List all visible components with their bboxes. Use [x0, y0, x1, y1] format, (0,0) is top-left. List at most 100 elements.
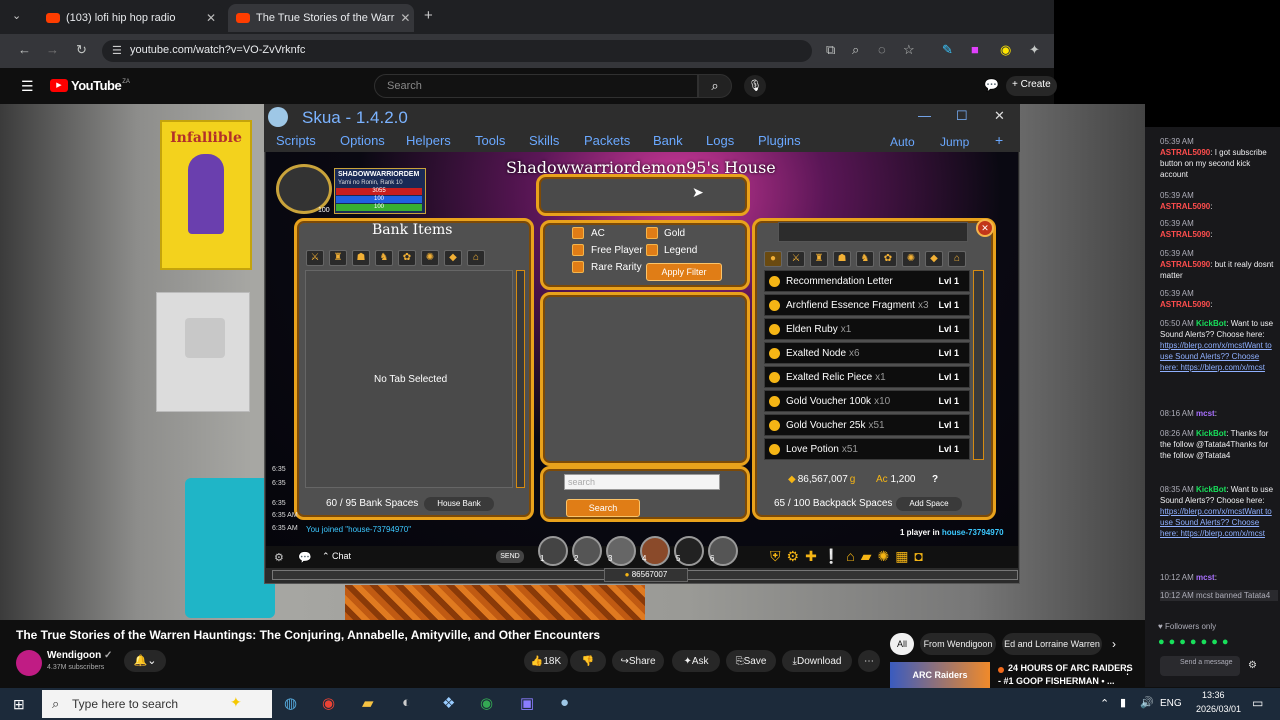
volume-icon[interactable]: 🔊 [1140, 696, 1154, 709]
armor-icon[interactable]: ♜ [810, 251, 828, 267]
inventory-close-icon[interactable]: ✕ [976, 219, 994, 237]
inventory-row[interactable]: Elden Ruby x1 Lvl 1 [764, 318, 970, 340]
minimize-icon[interactable]: — [918, 108, 931, 123]
help-button[interactable]: ? [932, 474, 938, 485]
chrome-icon[interactable]: ◉ [322, 694, 335, 712]
chip-from-channel[interactable]: From Wendigoon [920, 633, 996, 655]
recommended-thumbnail[interactable]: ARC Raiders [890, 662, 990, 688]
free-player-checkbox[interactable] [572, 244, 584, 256]
chip-ed-lorraine[interactable]: Ed and Lorraine Warren [1002, 633, 1102, 655]
file-explorer-icon[interactable]: ▰ [362, 694, 374, 712]
chat-send-button[interactable]: SEND [496, 550, 524, 563]
chat-link[interactable]: https://blerp.com/x/mcstWant to use Soun… [1160, 507, 1272, 538]
chat-icon[interactable]: 💬 [298, 551, 312, 564]
new-tab-button[interactable]: + [424, 7, 433, 24]
item-icon[interactable]: ◆ [444, 250, 462, 266]
bookmark-star-icon[interactable]: ☆ [903, 42, 915, 58]
menu-skills[interactable]: Skills [529, 133, 559, 148]
skill-slot-6[interactable]: 6 [708, 536, 738, 566]
download-button[interactable]: ⤓ Download [782, 650, 852, 672]
back-icon[interactable]: ← [18, 42, 31, 57]
inventory-scrollbar[interactable] [973, 270, 984, 460]
share-button[interactable]: ↪ Share [612, 650, 664, 672]
chevron-right-icon[interactable]: › [1112, 637, 1116, 651]
language-indicator[interactable]: ENG [1160, 698, 1182, 709]
all-items-icon[interactable]: ● [764, 251, 782, 267]
inventory-row[interactable]: Exalted Node x6 Lvl 1 [764, 342, 970, 364]
youtube-search-input[interactable]: Search [374, 74, 698, 98]
gold-checkbox[interactable] [646, 227, 658, 239]
add-icon[interactable]: + [995, 132, 1003, 148]
url-input[interactable]: youtube.com/watch?v=VO-ZvVrknfc [102, 40, 812, 62]
chest-icon[interactable]: ◘ [914, 548, 922, 565]
taskbar-sparkle-icon[interactable]: ✦ [230, 694, 242, 711]
ac-checkbox[interactable] [572, 227, 584, 239]
close-tab-icon[interactable]: ✕ [394, 11, 410, 25]
recommended-title[interactable]: 24 HOURS OF ARC RAIDERS [1008, 663, 1133, 673]
house-icon[interactable]: ⌂ [948, 251, 966, 267]
hide-icon[interactable]: ◌ [878, 42, 886, 57]
helm-icon[interactable]: ☗ [352, 250, 370, 266]
misc-icon[interactable]: ✺ [421, 250, 439, 266]
options-icon[interactable]: ✺ [877, 548, 889, 565]
bank-scrollbar[interactable] [516, 270, 525, 488]
pet-icon[interactable]: ✿ [879, 251, 897, 267]
chrome-alt-icon[interactable]: ◉ [480, 694, 493, 712]
network-icon[interactable]: ▮ [1120, 696, 1126, 709]
extension-icon[interactable]: ■ [971, 42, 979, 57]
cape-icon[interactable]: ♞ [856, 251, 874, 267]
clock-date[interactable]: 2026/03/01 [1196, 704, 1241, 714]
gear-icon[interactable]: ⚙ [787, 548, 800, 565]
inventory-row[interactable]: Gold Voucher 100k x10 Lvl 1 [764, 390, 970, 412]
sword-icon[interactable]: ⚔ [306, 250, 324, 266]
channel-name[interactable]: Wendigoon ✓ [47, 650, 112, 661]
ask-button[interactable]: ✦ Ask [672, 650, 720, 672]
menu-jump[interactable]: Jump [940, 135, 969, 149]
inventory-row[interactable]: Exalted Relic Piece x1 Lvl 1 [764, 366, 970, 388]
forward-icon[interactable]: → [46, 42, 59, 57]
notification-icon[interactable]: ▭ [1252, 696, 1263, 710]
app-icon[interactable]: ❖ [442, 694, 455, 712]
chat-toggle[interactable]: ⌃ Chat [322, 551, 351, 562]
close-icon[interactable]: ✕ [994, 108, 1005, 124]
rare-rarity-checkbox[interactable] [572, 261, 584, 273]
sword-icon[interactable]: ⚔ [787, 251, 805, 267]
install-icon[interactable]: ⧉ [826, 42, 835, 58]
app-icon[interactable]: ▣ [520, 694, 534, 712]
search-icon[interactable]: ⌕ [698, 74, 732, 98]
menu-options[interactable]: Options [340, 133, 385, 148]
misc-icon[interactable]: ✺ [902, 251, 920, 267]
house-icon[interactable]: ⌂ [467, 250, 485, 266]
helm-icon[interactable]: ☗ [833, 251, 851, 267]
menu-plugins[interactable]: Plugins [758, 133, 801, 148]
more-actions-button[interactable]: ⋯ [858, 650, 880, 672]
extension-icon[interactable]: ✎ [942, 42, 953, 58]
chat-bubble-icon[interactable]: 💬 [984, 78, 999, 92]
search-button[interactable]: Search [566, 499, 640, 517]
browser-tab-1[interactable]: (103) lofi hip hop radio ✕ [38, 4, 224, 32]
skill-slot-5[interactable]: 5 [674, 536, 704, 566]
recommended-more-icon[interactable]: ⋮ [1122, 664, 1133, 677]
menu-auto[interactable]: Auto [890, 135, 915, 149]
quest-icon[interactable]: ✚ [805, 548, 817, 565]
house-bank-button[interactable]: House Bank [424, 497, 494, 511]
menu-helpers[interactable]: Helpers [406, 133, 451, 148]
inventory-row[interactable]: Love Potion x51 Lvl 1 [764, 438, 970, 460]
notification-bell-button[interactable]: 🔔⌄ [124, 650, 166, 672]
like-button[interactable]: 👍 18K [524, 650, 568, 672]
hamburger-menu-icon[interactable]: ☰ [21, 78, 34, 95]
voice-search-icon[interactable]: 🎙 [744, 75, 766, 97]
house-icon[interactable]: ⌂ [846, 548, 854, 565]
inventory-row[interactable]: Recommendation Letter Lvl 1 [764, 270, 970, 292]
chat-settings-icon[interactable]: ⚙ [1248, 660, 1257, 671]
zoom-icon[interactable]: ⌕ [852, 42, 859, 58]
save-button[interactable]: ⎘ Save [726, 650, 776, 672]
cape-icon[interactable]: ♞ [375, 250, 393, 266]
skill-slot-4[interactable]: 4 [640, 536, 670, 566]
channel-avatar[interactable] [16, 650, 42, 676]
armor-icon[interactable]: ♜ [329, 250, 347, 266]
shield-icon[interactable]: ⛨ [770, 548, 781, 565]
clock-time[interactable]: 13:36 [1202, 690, 1225, 700]
close-tab-icon[interactable]: ✕ [200, 11, 216, 25]
menu-packets[interactable]: Packets [584, 133, 630, 148]
